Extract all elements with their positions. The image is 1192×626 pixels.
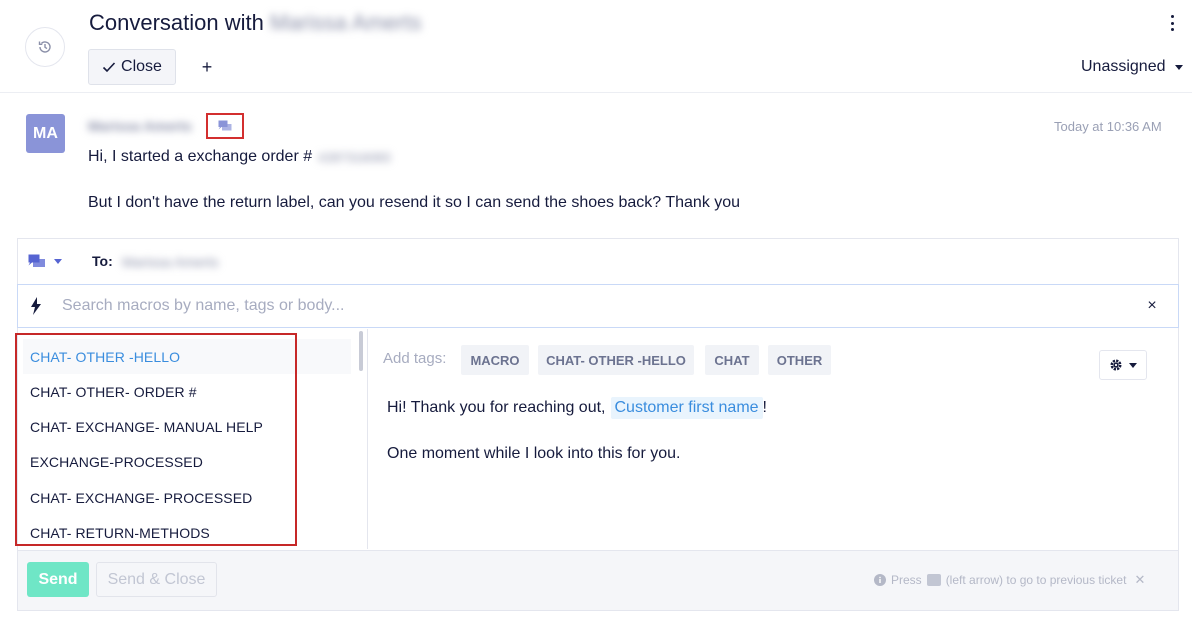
tag-chip[interactable]: OTHER	[768, 345, 831, 375]
close-ticket-button[interactable]: Close	[88, 49, 176, 85]
chevron-down-icon	[1129, 362, 1137, 368]
chevron-down-icon	[54, 259, 62, 264]
macro-search-input[interactable]	[62, 295, 1122, 317]
chevron-down-icon	[1174, 64, 1183, 70]
page-title: Conversation with Marissa Amerts	[89, 10, 421, 36]
close-icon[interactable]: ✕	[1134, 572, 1145, 588]
variable-chip[interactable]: Customer first name	[610, 397, 763, 419]
macro-settings-button[interactable]	[1099, 350, 1147, 380]
customer-name: Marissa Amerts	[269, 10, 422, 35]
sender-name: Marissa Amerts	[88, 118, 192, 134]
message-line-2: But I don't have the return label, can y…	[88, 194, 741, 211]
reply-composer: To: Marissa Amerts × CHAT- OTHER -HELLO …	[15, 238, 1179, 611]
tag-chip[interactable]: MACRO	[461, 345, 529, 375]
info-icon	[874, 574, 886, 586]
chat-channel-indicator	[206, 113, 244, 139]
close-label: Close	[121, 58, 162, 75]
conversation-header: Conversation with Marissa Amerts Close +…	[0, 0, 1192, 93]
send-button[interactable]: Send	[27, 562, 89, 597]
preview-line-1: Hi! Thank you for reaching out, Customer…	[387, 397, 767, 419]
to-label: To:	[92, 253, 113, 269]
check-icon	[102, 62, 116, 73]
preview-line-2: One moment while I look into this for yo…	[387, 445, 681, 462]
close-icon[interactable]: ×	[1144, 297, 1160, 315]
lightning-icon	[31, 297, 41, 315]
macro-list-scrollbar[interactable]	[359, 331, 363, 371]
send-and-close-button[interactable]: Send & Close	[96, 562, 217, 597]
composer-footer: Send Send & Close Press (left arrow) to …	[18, 550, 1178, 610]
chat-bubbles-icon	[28, 254, 45, 267]
recipient-row: To: Marissa Amerts	[18, 239, 1178, 285]
channel-selector[interactable]	[28, 254, 62, 269]
message-line-1: Hi, I started a exchange order # #287316…	[88, 148, 391, 165]
annotation-highlight	[15, 333, 297, 546]
macro-preview: Add tags: MACRO CHAT- OTHER -HELLO CHAT …	[368, 329, 1178, 549]
keyboard-hint: Press (left arrow) to go to previous tic…	[874, 572, 1145, 588]
add-button[interactable]: +	[196, 55, 218, 79]
left-arrow-key-icon	[926, 574, 941, 586]
macro-search-bar: ×	[17, 284, 1179, 328]
history-icon	[38, 41, 51, 53]
more-options-button[interactable]	[1166, 13, 1178, 33]
title-prefix: Conversation with	[89, 10, 264, 35]
avatar: MA	[26, 114, 65, 153]
tag-chip[interactable]: CHAT- OTHER -HELLO	[538, 345, 694, 375]
assignee-label: Unassigned	[1081, 58, 1166, 75]
to-recipient[interactable]: Marissa Amerts	[122, 254, 218, 270]
gear-icon	[1110, 359, 1122, 371]
history-button[interactable]	[25, 27, 65, 67]
order-number: #287316083	[318, 149, 391, 165]
assignee-dropdown[interactable]: Unassigned	[1081, 58, 1183, 76]
kebab-icon	[1170, 15, 1174, 18]
add-tags-label: Add tags:	[383, 350, 447, 367]
chat-bubbles-icon	[218, 120, 232, 131]
message-timestamp: Today at 10:36 AM	[1054, 119, 1162, 134]
tag-chip[interactable]: CHAT	[705, 345, 759, 375]
